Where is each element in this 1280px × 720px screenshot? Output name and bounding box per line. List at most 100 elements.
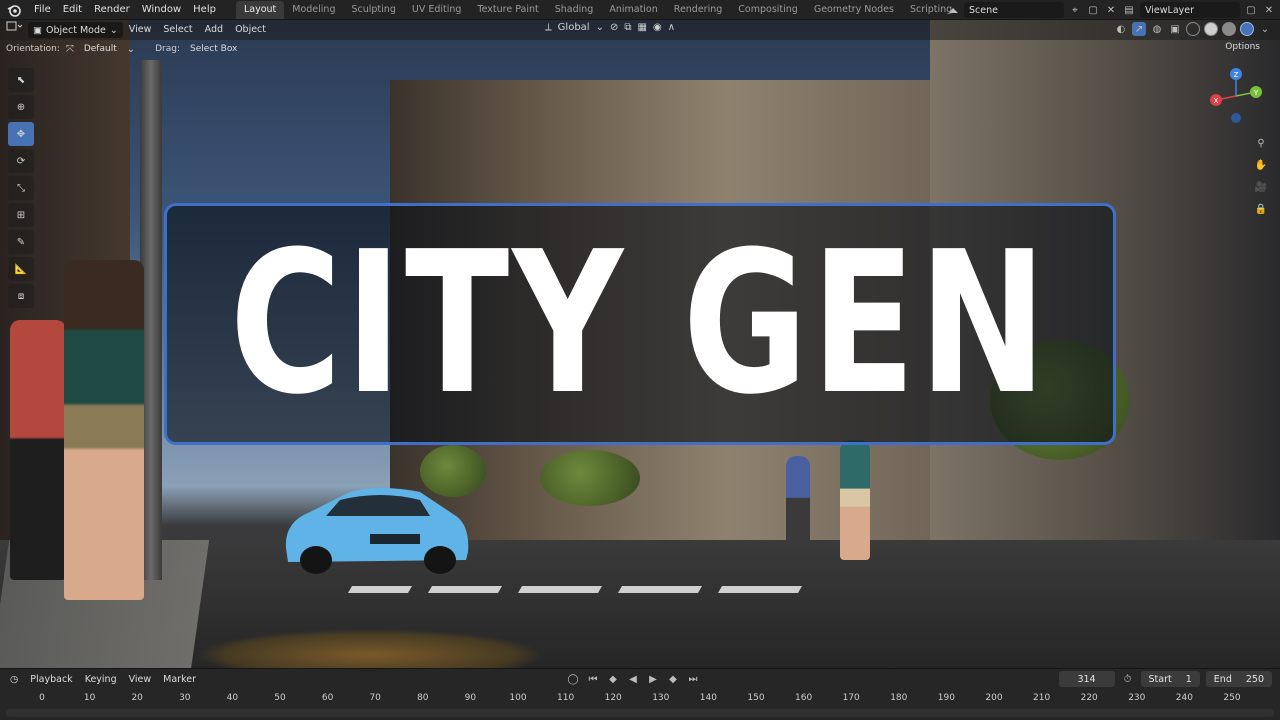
mode-dropdown[interactable]: ▣ Object Mode ⌄ bbox=[28, 22, 123, 38]
timeline-editor-type-icon[interactable]: ◷ bbox=[6, 674, 22, 685]
mode-label: Object Mode bbox=[45, 24, 106, 36]
menu-file[interactable]: File bbox=[28, 0, 57, 20]
annotate-tool[interactable]: ✎ bbox=[8, 230, 34, 254]
timeline-tick-label: 200 bbox=[985, 693, 1003, 703]
rendered-shading-icon[interactable] bbox=[1240, 22, 1254, 36]
stopwatch-icon[interactable]: ⏱ bbox=[1121, 672, 1135, 686]
new-scene-icon[interactable]: ▢ bbox=[1086, 3, 1100, 17]
tab-sculpting[interactable]: Sculpting bbox=[343, 1, 403, 19]
pedestrian bbox=[786, 456, 810, 548]
drag-dropdown[interactable]: Select Box bbox=[186, 44, 241, 54]
transform-icon: ⊞ bbox=[16, 209, 26, 221]
measure-tool[interactable]: 📐 bbox=[8, 257, 34, 281]
menu-timeline-view[interactable]: View bbox=[125, 674, 156, 685]
menu-view[interactable]: View bbox=[123, 20, 158, 40]
lock-icon[interactable]: 🔒 bbox=[1254, 202, 1268, 216]
menu-keying[interactable]: Keying bbox=[81, 674, 121, 685]
editor-type-icon[interactable] bbox=[0, 20, 28, 40]
timeline-ruler[interactable]: 0 10 20 30 40 50 60 70 80 90 100 110 120 130 140 150 160… bbox=[0, 689, 1280, 707]
timeline-tick-label: 70 bbox=[369, 693, 381, 703]
gizmo-neg-z-axis[interactable] bbox=[1231, 113, 1241, 123]
current-frame-value: 314 bbox=[1077, 673, 1096, 685]
tab-shading[interactable]: Shading bbox=[547, 1, 602, 19]
cursor-tool[interactable]: ⊕ bbox=[8, 95, 34, 119]
scene-icon[interactable] bbox=[946, 3, 960, 17]
gizmo-toggle-icon[interactable]: ↗ bbox=[1132, 22, 1146, 36]
play-reverse-icon[interactable]: ◀ bbox=[626, 672, 640, 686]
snap-icon[interactable]: ⧉ bbox=[624, 22, 631, 33]
3d-viewport[interactable]: ▣ Object Mode ⌄ View Select Add Object ⟂… bbox=[0, 20, 1280, 668]
add-cube-tool[interactable]: ⧈ bbox=[8, 284, 34, 308]
timeline-tick-label: 230 bbox=[1128, 693, 1146, 703]
menu-help[interactable]: Help bbox=[187, 0, 222, 20]
proportional-editing-icon[interactable]: ◉ bbox=[653, 22, 662, 33]
orientation-dropdown[interactable]: Default bbox=[80, 44, 121, 54]
orientation-label: Orientation: bbox=[6, 44, 60, 54]
transform-orientation-dropdown[interactable]: Global bbox=[558, 22, 590, 33]
xray-icon[interactable]: ▣ bbox=[1168, 22, 1182, 36]
navigation-gizmo[interactable]: Z Y X bbox=[1208, 68, 1264, 124]
shading-options-icon[interactable]: ⌄ bbox=[1258, 22, 1272, 36]
menu-playback[interactable]: Playback bbox=[26, 674, 76, 685]
chevron-down-icon: ⌄ bbox=[126, 43, 136, 55]
new-view-layer-icon[interactable]: ▢ bbox=[1244, 3, 1258, 17]
pin-icon[interactable]: ⌖ bbox=[1068, 3, 1082, 17]
tab-texture-paint[interactable]: Texture Paint bbox=[469, 1, 546, 19]
pan-hand-icon[interactable]: ✋ bbox=[1254, 158, 1268, 172]
menu-edit[interactable]: Edit bbox=[57, 0, 88, 20]
menu-object[interactable]: Object bbox=[229, 20, 272, 40]
menu-render[interactable]: Render bbox=[88, 0, 136, 20]
move-tool[interactable]: ✥ bbox=[8, 122, 34, 146]
scale-tool[interactable]: ⤡ bbox=[8, 176, 34, 200]
timeline-tick-label: 110 bbox=[557, 693, 575, 703]
options-dropdown[interactable]: Options bbox=[1225, 42, 1260, 52]
menu-window[interactable]: Window bbox=[136, 0, 187, 20]
tab-animation[interactable]: Animation bbox=[601, 1, 665, 19]
timeline-tick-label: 130 bbox=[652, 693, 670, 703]
gizmo-x-label: X bbox=[1214, 97, 1219, 105]
scene-selector[interactable]: Scene bbox=[964, 2, 1064, 18]
camera-view-icon[interactable]: 🎥 bbox=[1254, 180, 1268, 194]
wireframe-shading-icon[interactable] bbox=[1186, 22, 1200, 36]
view-layer-selector[interactable]: ViewLayer bbox=[1140, 2, 1240, 18]
solid-shading-icon[interactable] bbox=[1204, 22, 1218, 36]
material-shading-icon[interactable] bbox=[1222, 22, 1236, 36]
current-frame-field[interactable]: 314 bbox=[1058, 671, 1115, 687]
rotate-tool[interactable]: ⟳ bbox=[8, 149, 34, 173]
tab-layout[interactable]: Layout bbox=[235, 0, 285, 19]
delete-view-layer-icon[interactable]: ✕ bbox=[1262, 3, 1276, 17]
delete-scene-icon[interactable]: ✕ bbox=[1104, 3, 1118, 17]
jump-to-start-icon[interactable]: ⏮ bbox=[586, 672, 600, 686]
tab-geometry-nodes[interactable]: Geometry Nodes bbox=[806, 1, 902, 19]
tab-modeling[interactable]: Modeling bbox=[284, 1, 343, 19]
pivot-point-icon[interactable]: ⊘ bbox=[610, 22, 618, 33]
overlays-icon[interactable]: ◍ bbox=[1150, 22, 1164, 36]
visibility-icon[interactable]: ◐ bbox=[1114, 22, 1128, 36]
3d-cursor-icon: ⊕ bbox=[16, 101, 26, 113]
blender-logo-icon[interactable] bbox=[0, 0, 28, 20]
select-box-tool[interactable]: ⬉ bbox=[8, 68, 34, 92]
timeline-tick-label: 150 bbox=[747, 693, 765, 703]
tab-compositing[interactable]: Compositing bbox=[730, 1, 806, 19]
play-icon[interactable]: ▶ bbox=[646, 672, 660, 686]
next-keyframe-icon[interactable]: ◆ bbox=[666, 672, 680, 686]
menu-select[interactable]: Select bbox=[157, 20, 198, 40]
drag-label: Drag: bbox=[155, 44, 181, 54]
timeline-scrollbar[interactable] bbox=[6, 709, 1274, 717]
jump-to-end-icon[interactable]: ⏭ bbox=[686, 672, 700, 686]
menu-add[interactable]: Add bbox=[199, 20, 229, 40]
tab-rendering[interactable]: Rendering bbox=[666, 1, 731, 19]
view-layer-icon[interactable]: ▤ bbox=[1122, 3, 1136, 17]
start-frame-field[interactable]: Start 1 bbox=[1140, 671, 1200, 687]
end-frame-field[interactable]: End 250 bbox=[1205, 671, 1272, 687]
toolbar: ⬉ ⊕ ✥ ⟳ ⤡ ⊞ ✎ 📐 ⧈ bbox=[8, 68, 34, 308]
falloff-icon[interactable]: ∧ bbox=[668, 22, 675, 33]
timeline-tick-label: 120 bbox=[604, 693, 622, 703]
transform-tool[interactable]: ⊞ bbox=[8, 203, 34, 227]
snap-target-icon[interactable]: ▦ bbox=[638, 22, 647, 33]
auto-keying-icon[interactable]: ◯ bbox=[566, 672, 580, 686]
menu-marker[interactable]: Marker bbox=[159, 674, 200, 685]
zoom-icon[interactable]: ⚲ bbox=[1254, 136, 1268, 150]
tab-uv-editing[interactable]: UV Editing bbox=[404, 1, 470, 19]
previous-keyframe-icon[interactable]: ◆ bbox=[606, 672, 620, 686]
